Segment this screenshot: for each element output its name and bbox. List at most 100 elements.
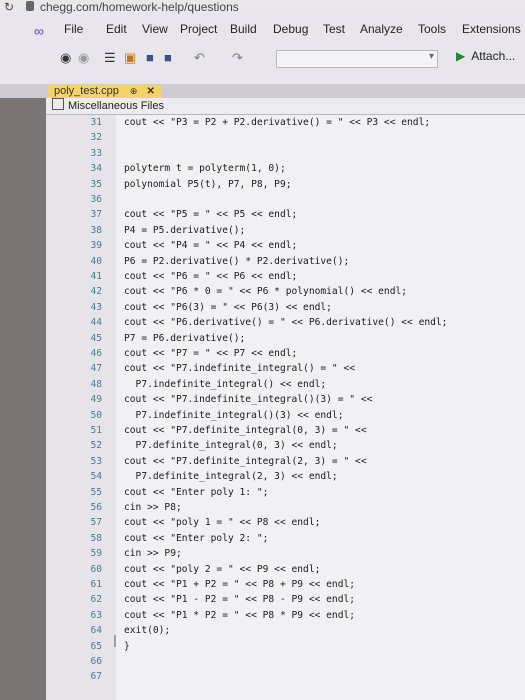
code-line[interactable]: 44 cout << "P6.derivative() = " << P6.der… bbox=[46, 317, 525, 329]
code-text[interactable]: cout << "P6.derivative() = " << P6.deriv… bbox=[124, 317, 447, 329]
code-text[interactable]: polynomial P5(t), P7, P8, P9; bbox=[124, 179, 292, 191]
save-all-icon[interactable]: ■ bbox=[164, 50, 172, 65]
pin-icon[interactable]: ⊕ bbox=[130, 86, 138, 96]
code-line[interactable]: 36 bbox=[46, 194, 525, 206]
redo-icon[interactable]: ↷ bbox=[232, 50, 243, 66]
code-text[interactable]: cout << "poly 1 = " << P8 << endl; bbox=[124, 517, 320, 529]
code-line[interactable]: 57 cout << "poly 1 = " << P8 << endl; bbox=[46, 517, 525, 529]
reload-icon[interactable]: ↻ bbox=[4, 0, 14, 14]
code-text[interactable]: cout << "P1 + P2 = " << P8 + P9 << endl; bbox=[124, 579, 355, 591]
menu-extensions[interactable]: Extensions bbox=[462, 22, 521, 36]
code-line[interactable]: 54 P7.definite_integral(2, 3) << endl; bbox=[46, 471, 525, 483]
code-text[interactable]: cout << "P7.definite_integral(2, 3) = " … bbox=[124, 456, 367, 468]
code-line[interactable]: 47 cout << "P7.indefinite_integral() = " … bbox=[46, 363, 525, 375]
code-line[interactable]: 35 polynomial P5(t), P7, P8, P9; bbox=[46, 179, 525, 191]
code-line[interactable]: 34 polyterm t = polyterm(1, 0); bbox=[46, 163, 525, 175]
code-text[interactable]: cout << "Enter poly 1: "; bbox=[124, 487, 268, 499]
code-text[interactable]: P7.definite_integral(2, 3) << endl; bbox=[124, 471, 338, 483]
code-line[interactable]: 67 bbox=[46, 671, 525, 683]
menu-analyze[interactable]: Analyze bbox=[360, 22, 403, 36]
code-text[interactable]: P7.indefinite_integral()(3) << endl; bbox=[124, 410, 344, 422]
menu-edit[interactable]: Edit bbox=[106, 22, 127, 36]
code-line[interactable]: 61 cout << "P1 + P2 = " << P8 + P9 << end… bbox=[46, 579, 525, 591]
code-line[interactable]: 42 cout << "P6 * 0 = " << P6 * polynomial… bbox=[46, 286, 525, 298]
code-line[interactable]: 33 bbox=[46, 148, 525, 160]
code-text[interactable]: P4 = P5.derivative(); bbox=[124, 225, 245, 237]
code-line[interactable]: 51 cout << "P7.definite_integral(0, 3) = … bbox=[46, 425, 525, 437]
code-line[interactable]: 55 cout << "Enter poly 1: "; bbox=[46, 487, 525, 499]
code-text[interactable]: cout << "P1 - P2 = " << P8 - P9 << endl; bbox=[124, 594, 355, 606]
menu-debug[interactable]: Debug bbox=[273, 22, 308, 36]
menu-project[interactable]: Project bbox=[180, 22, 217, 36]
code-text[interactable]: cout << "P3 = P2 + P2.derivative() = " <… bbox=[124, 117, 430, 129]
code-text[interactable]: cout << "Enter poly 2: "; bbox=[124, 533, 268, 545]
browser-url[interactable]: chegg.com/homework-help/questions bbox=[40, 0, 239, 14]
code-text[interactable]: polyterm t = polyterm(1, 0); bbox=[124, 163, 286, 175]
code-line[interactable]: 45 P7 = P6.derivative(); bbox=[46, 333, 525, 345]
line-number: 52 bbox=[90, 440, 102, 452]
menu-tools[interactable]: Tools bbox=[418, 22, 446, 36]
code-line[interactable]: 62 cout << "P1 - P2 = " << P8 - P9 << end… bbox=[46, 594, 525, 606]
code-line[interactable]: 63 cout << "P1 * P2 = " << P8 * P9 << end… bbox=[46, 610, 525, 622]
code-text[interactable]: P7.indefinite_integral() << endl; bbox=[124, 379, 327, 391]
code-text[interactable]: cout << "P7.definite_integral(0, 3) = " … bbox=[124, 425, 367, 437]
code-line[interactable]: 56 cin >> P8; bbox=[46, 502, 525, 514]
code-text[interactable]: cin >> P9; bbox=[124, 548, 182, 560]
code-editor[interactable]: 31 cout << "P3 = P2 + P2.derivative() = "… bbox=[46, 115, 525, 700]
line-number: 57 bbox=[90, 517, 102, 529]
code-line[interactable]: 32 bbox=[46, 132, 525, 144]
undo-icon[interactable]: ↶ bbox=[194, 50, 205, 66]
back-icon[interactable]: ◉ bbox=[60, 50, 71, 66]
code-line[interactable]: 38 P4 = P5.derivative(); bbox=[46, 225, 525, 237]
code-line[interactable]: 59 cin >> P9; bbox=[46, 548, 525, 560]
code-line[interactable]: 31 cout << "P3 = P2 + P2.derivative() = "… bbox=[46, 117, 525, 129]
menu-file[interactable]: File bbox=[64, 22, 83, 36]
code-line[interactable]: 40 P6 = P2.derivative() * P2.derivative()… bbox=[46, 256, 525, 268]
code-line[interactable]: 60 cout << "poly 2 = " << P9 << endl; bbox=[46, 564, 525, 576]
code-text[interactable]: cout << "P7 = " << P7 << endl; bbox=[124, 348, 297, 360]
code-text[interactable]: } bbox=[124, 641, 130, 653]
attach-button[interactable]: ▶ Attach... bbox=[456, 49, 515, 63]
code-text[interactable]: exit(0); bbox=[124, 625, 170, 637]
menu-test[interactable]: Test bbox=[323, 22, 345, 36]
browser-address-bar[interactable]: ↻ chegg.com/homework-help/questions bbox=[0, 0, 525, 14]
code-text[interactable]: cout << "P5 = " << P5 << endl; bbox=[124, 209, 297, 221]
code-line[interactable]: 48 P7.indefinite_integral() << endl; bbox=[46, 379, 525, 391]
scope-dropdown[interactable]: Miscellaneous Files bbox=[46, 98, 525, 115]
code-line[interactable]: 41 cout << "P6 = " << P6 << endl; bbox=[46, 271, 525, 283]
code-line[interactable]: 58 cout << "Enter poly 2: "; bbox=[46, 533, 525, 545]
code-text[interactable]: cout << "P1 * P2 = " << P8 * P9 << endl; bbox=[124, 610, 355, 622]
code-line[interactable]: 66 bbox=[46, 656, 525, 668]
menu-view[interactable]: View bbox=[142, 22, 168, 36]
code-line[interactable]: 50 P7.indefinite_integral()(3) << endl; bbox=[46, 410, 525, 422]
code-line[interactable]: 64 exit(0); bbox=[46, 625, 525, 637]
menu-build[interactable]: Build bbox=[230, 22, 257, 36]
save-icon[interactable]: ■ bbox=[146, 50, 154, 65]
code-text[interactable]: cout << "P6 = " << P6 << endl; bbox=[124, 271, 297, 283]
code-text[interactable]: cout << "P7.indefinite_integral() = " << bbox=[124, 363, 355, 375]
tab-poly-test-cpp[interactable]: poly_test.cpp ⊕ ✕ bbox=[48, 85, 161, 98]
code-line[interactable]: 46 cout << "P7 = " << P7 << endl; bbox=[46, 348, 525, 360]
code-text[interactable]: P7.definite_integral(0, 3) << endl; bbox=[124, 440, 338, 452]
code-line[interactable]: 65} bbox=[46, 641, 525, 653]
code-line[interactable]: 39 cout << "P4 = " << P4 << endl; bbox=[46, 240, 525, 252]
code-text[interactable]: P6 = P2.derivative() * P2.derivative(); bbox=[124, 256, 349, 268]
code-text[interactable]: cout << "P4 = " << P4 << endl; bbox=[124, 240, 297, 252]
code-line[interactable]: 37 cout << "P5 = " << P5 << endl; bbox=[46, 209, 525, 221]
forward-icon[interactable]: ◉ bbox=[78, 50, 89, 66]
code-text[interactable]: cout << "P6 * 0 = " << P6 * polynomial()… bbox=[124, 286, 407, 298]
code-text[interactable]: cout << "P7.indefinite_integral()(3) = "… bbox=[124, 394, 372, 406]
code-text[interactable]: cout << "poly 2 = " << P9 << endl; bbox=[124, 564, 320, 576]
code-text[interactable]: P7 = P6.derivative(); bbox=[124, 333, 245, 345]
code-line[interactable]: 49 cout << "P7.indefinite_integral()(3) =… bbox=[46, 394, 525, 406]
line-number: 43 bbox=[90, 301, 102, 313]
code-text[interactable]: cin >> P8; bbox=[124, 502, 182, 514]
code-line[interactable]: 53 cout << "P7.definite_integral(2, 3) = … bbox=[46, 456, 525, 468]
close-icon[interactable]: ✕ bbox=[147, 86, 155, 97]
solution-config-dropdown[interactable]: ▾ bbox=[276, 50, 438, 68]
open-file-icon[interactable]: ▣ bbox=[124, 50, 136, 66]
code-line[interactable]: 52 P7.definite_integral(0, 3) << endl; bbox=[46, 440, 525, 452]
code-line[interactable]: 43 cout << "P6(3) = " << P6(3) << endl; bbox=[46, 302, 525, 314]
new-project-icon[interactable]: ☰ bbox=[104, 50, 116, 66]
code-text[interactable]: cout << "P6(3) = " << P6(3) << endl; bbox=[124, 302, 332, 314]
